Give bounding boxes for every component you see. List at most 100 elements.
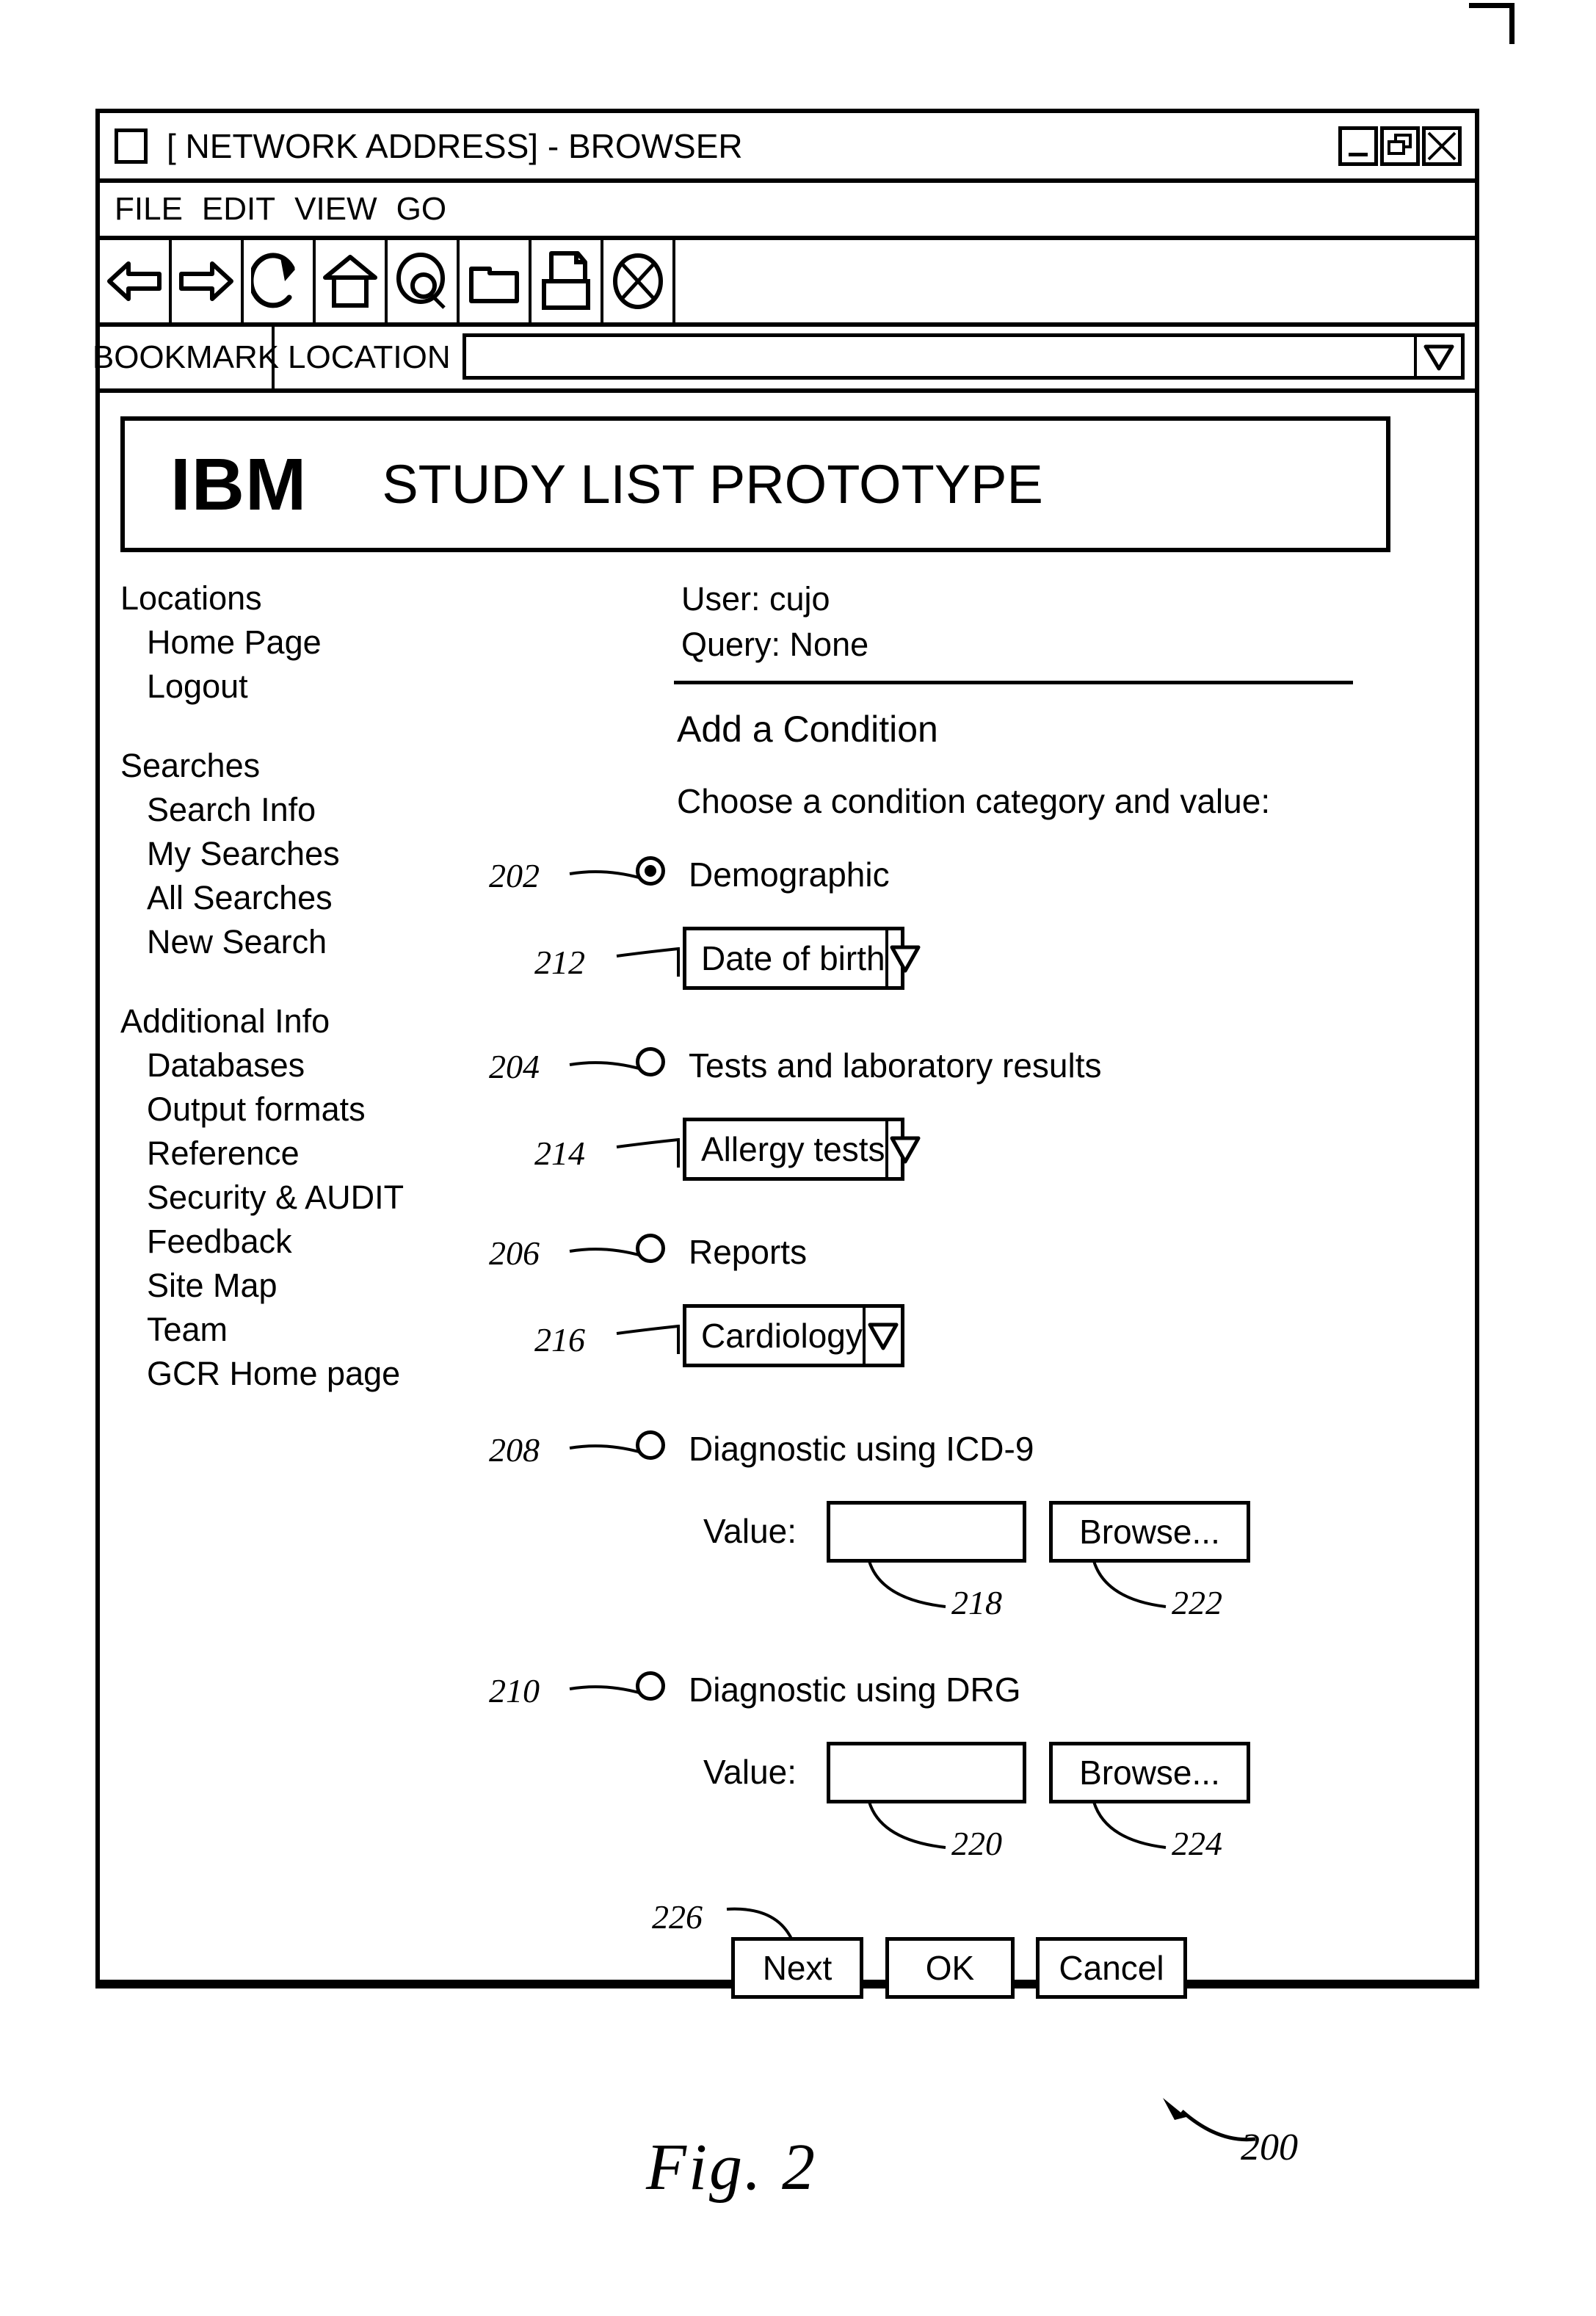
browser-window: [ NETWORK ADDRESS] - BROWSER FILE EDIT V… bbox=[93, 109, 1479, 1999]
search-button[interactable] bbox=[388, 240, 460, 322]
radio-tests-and-lab-results[interactable] bbox=[636, 1047, 665, 1076]
sidebar-item-all-searches[interactable]: All Searches bbox=[120, 876, 465, 920]
nav-group-searches: Searches Search Info My Searches All Sea… bbox=[120, 744, 465, 964]
location-input[interactable] bbox=[466, 337, 1414, 376]
sidebar-item-output-formats[interactable]: Output formats bbox=[120, 1088, 465, 1132]
menu-item-file[interactable]: FILE bbox=[115, 191, 183, 228]
dropdown-arrow-demographic[interactable] bbox=[885, 930, 922, 986]
user-line: User: cujo bbox=[681, 580, 830, 618]
leader-line-214 bbox=[616, 1138, 680, 1168]
sidebar-item-databases[interactable]: Databases bbox=[120, 1043, 465, 1088]
ok-button[interactable]: OK bbox=[885, 1937, 1015, 1999]
browse-button-icd9[interactable]: Browse... bbox=[1049, 1501, 1250, 1563]
option-row-drg: 210 Diagnostic using DRG bbox=[489, 1660, 1407, 1723]
minimize-button[interactable] bbox=[1338, 126, 1378, 166]
nav-heading-additional-info: Additional Info bbox=[120, 1002, 330, 1040]
ref-label-204: 204 bbox=[489, 1048, 540, 1085]
system-menu-icon[interactable] bbox=[115, 128, 148, 164]
dropdown-row-reports: 216 Cardiology bbox=[489, 1304, 1407, 1375]
location-field[interactable] bbox=[462, 333, 1465, 380]
menu-item-view[interactable]: VIEW bbox=[294, 191, 377, 228]
sidebar-item-gcr-home-page[interactable]: GCR Home page bbox=[120, 1352, 465, 1396]
main-content: User: cujo Query: None Add a Condition C… bbox=[489, 576, 1407, 2028]
cancel-button[interactable]: Cancel bbox=[1036, 1937, 1187, 1999]
page-crop-mark bbox=[1469, 3, 1515, 44]
sidebar-item-site-map[interactable]: Site Map bbox=[120, 1264, 465, 1308]
location-label: LOCATION bbox=[288, 339, 451, 375]
dropdown-value-reports: Cardiology bbox=[701, 1317, 863, 1355]
menu-item-edit[interactable]: EDIT bbox=[202, 191, 275, 228]
stop-button[interactable] bbox=[603, 240, 675, 322]
value-input-drg[interactable] bbox=[827, 1742, 1026, 1803]
ref-label-218: 218 bbox=[951, 1584, 1002, 1621]
value-input-icd9[interactable] bbox=[827, 1501, 1026, 1563]
folder-icon bbox=[469, 267, 519, 303]
dropdown-arrow-tests[interactable] bbox=[885, 1121, 922, 1177]
sidebar-item-team[interactable]: Team bbox=[120, 1308, 465, 1352]
ref-label-208: 208 bbox=[489, 1431, 540, 1469]
radio-diagnostic-drg[interactable] bbox=[636, 1671, 665, 1701]
sidebar-item-feedback[interactable]: Feedback bbox=[120, 1220, 465, 1264]
dropdown-demographic[interactable]: Date of birth bbox=[683, 927, 921, 990]
content-divider bbox=[674, 681, 1353, 684]
home-button[interactable] bbox=[316, 240, 388, 322]
option-row-icd9: 208 Diagnostic using ICD-9 bbox=[489, 1419, 1407, 1482]
value-row-icd9: Value: Browse... 218 222 bbox=[489, 1501, 1407, 1633]
dropdown-tests[interactable]: Allergy tests bbox=[683, 1118, 921, 1181]
bookmark-button[interactable]: BOOKMARK bbox=[93, 327, 279, 388]
menu-item-go[interactable]: GO bbox=[396, 191, 446, 228]
sidebar-item-reference[interactable]: Reference bbox=[120, 1132, 465, 1176]
ref-label-224: 224 bbox=[1172, 1825, 1222, 1862]
option-label-demographic: Demographic bbox=[689, 855, 890, 894]
reload-icon bbox=[251, 253, 295, 308]
page-title: Add a Condition bbox=[677, 709, 938, 750]
close-button[interactable] bbox=[1422, 126, 1462, 166]
title-bar: [ NETWORK ADDRESS] - BROWSER bbox=[100, 113, 1475, 183]
window-title: [ NETWORK ADDRESS] - BROWSER bbox=[167, 126, 743, 165]
next-button[interactable]: Next bbox=[731, 1937, 863, 1999]
back-button[interactable] bbox=[100, 240, 172, 322]
ref-label-216: 216 bbox=[534, 1321, 585, 1358]
forward-button[interactable] bbox=[172, 240, 244, 322]
folder-button[interactable] bbox=[460, 240, 532, 322]
print-icon bbox=[542, 251, 590, 310]
leader-line-216 bbox=[616, 1325, 680, 1354]
instruction-text: Choose a condition category and value: bbox=[677, 782, 1271, 820]
ref-label-226: 226 bbox=[652, 1898, 703, 1936]
option-label-reports: Reports bbox=[689, 1233, 808, 1271]
nav-heading-searches: Searches bbox=[120, 747, 261, 784]
radio-diagnostic-icd9[interactable] bbox=[636, 1430, 665, 1460]
option-row-tests: 204 Tests and laboratory results bbox=[489, 1035, 1407, 1099]
toolbar-empty-area bbox=[675, 240, 1475, 322]
dropdown-reports[interactable]: Cardiology bbox=[683, 1304, 904, 1367]
dropdown-arrow-reports[interactable] bbox=[862, 1308, 901, 1364]
figure-caption: Fig. 2 bbox=[646, 2131, 817, 2204]
leader-line-212 bbox=[616, 947, 680, 977]
sidebar-item-home-page[interactable]: Home Page bbox=[120, 620, 465, 665]
value-row-drg: Value: Browse... 220 224 bbox=[489, 1742, 1407, 1874]
app-banner: IBM STUDY LIST PROTOTYPE bbox=[120, 416, 1390, 552]
ref-label-212: 212 bbox=[534, 944, 585, 981]
sidebar-item-search-info[interactable]: Search Info bbox=[120, 788, 465, 832]
toolbar bbox=[100, 240, 1475, 327]
ref-label-202: 202 bbox=[489, 857, 540, 894]
app-title: STUDY LIST PROTOTYPE bbox=[382, 454, 1043, 515]
value-label-drg: Value: bbox=[703, 1753, 797, 1791]
browse-button-drg[interactable]: Browse... bbox=[1049, 1742, 1250, 1803]
radio-reports[interactable] bbox=[636, 1234, 665, 1263]
dropdown-row-tests: 214 Allergy tests bbox=[489, 1118, 1407, 1188]
reload-button[interactable] bbox=[244, 240, 316, 322]
ibm-logo: IBM bbox=[170, 443, 308, 526]
sidebar-item-new-search[interactable]: New Search bbox=[120, 920, 465, 964]
print-button[interactable] bbox=[532, 240, 603, 322]
ref-label-220: 220 bbox=[951, 1825, 1002, 1862]
restore-button[interactable] bbox=[1380, 126, 1420, 166]
option-label-tests-and-lab-results: Tests and laboratory results bbox=[689, 1046, 1102, 1085]
location-dropdown-button[interactable] bbox=[1414, 337, 1461, 376]
sidebar-item-logout[interactable]: Logout bbox=[120, 665, 465, 709]
sidebar-item-security-audit[interactable]: Security & AUDIT bbox=[120, 1176, 465, 1220]
sidebar-item-my-searches[interactable]: My Searches bbox=[120, 832, 465, 876]
radio-demographic[interactable] bbox=[636, 856, 665, 886]
nav-group-additional-info: Additional Info Databases Output formats… bbox=[120, 999, 465, 1396]
chevron-down-icon bbox=[1423, 344, 1454, 370]
